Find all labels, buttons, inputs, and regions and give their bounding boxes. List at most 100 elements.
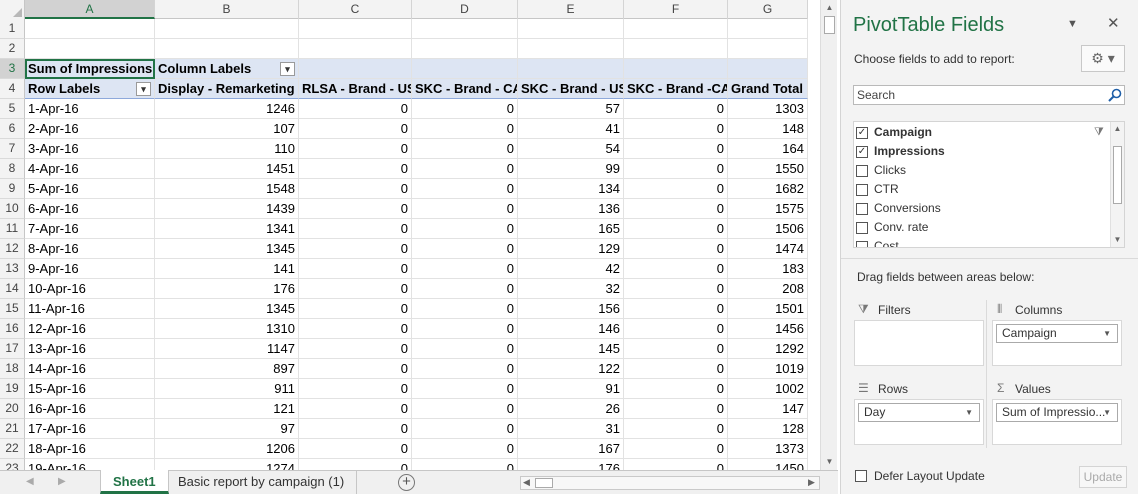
- value-cell[interactable]: 1456: [728, 319, 808, 339]
- value-cell[interactable]: 0: [624, 379, 728, 399]
- cell[interactable]: [518, 39, 624, 59]
- row-label-cell[interactable]: 6-Apr-16: [25, 199, 155, 219]
- value-cell[interactable]: 0: [412, 299, 518, 319]
- value-cell[interactable]: 0: [624, 419, 728, 439]
- cell[interactable]: [624, 59, 728, 79]
- value-cell[interactable]: 57: [518, 99, 624, 119]
- value-cell[interactable]: 176: [155, 279, 299, 299]
- row-header[interactable]: 20: [0, 399, 25, 419]
- row-header[interactable]: 8: [0, 159, 25, 179]
- value-cell[interactable]: 1548: [155, 179, 299, 199]
- value-cell[interactable]: 1345: [155, 239, 299, 259]
- value-cell[interactable]: 176: [518, 459, 624, 470]
- value-cell[interactable]: 99: [518, 159, 624, 179]
- value-cell[interactable]: 1310: [155, 319, 299, 339]
- value-cell[interactable]: 0: [412, 439, 518, 459]
- value-cell[interactable]: 1501: [728, 299, 808, 319]
- value-cell[interactable]: 0: [299, 419, 412, 439]
- value-cell[interactable]: 0: [412, 179, 518, 199]
- column-header-g[interactable]: G: [728, 0, 808, 19]
- pivot-column-header[interactable]: SKC - Brand - CA: [412, 79, 518, 99]
- cell[interactable]: [728, 19, 808, 39]
- value-cell[interactable]: 129: [518, 239, 624, 259]
- value-cell[interactable]: 1373: [728, 439, 808, 459]
- cell[interactable]: [412, 39, 518, 59]
- cell[interactable]: [518, 19, 624, 39]
- value-cell[interactable]: 1002: [728, 379, 808, 399]
- horizontal-scrollbar[interactable]: ◀ ▶: [520, 476, 820, 490]
- value-cell[interactable]: 0: [412, 399, 518, 419]
- value-cell[interactable]: 0: [299, 159, 412, 179]
- chevron-down-icon[interactable]: ▼: [1103, 325, 1111, 342]
- value-cell[interactable]: 0: [412, 419, 518, 439]
- row-header[interactable]: 4: [0, 79, 25, 99]
- filter-dropdown-icon[interactable]: ▾: [280, 62, 295, 76]
- column-header-b[interactable]: B: [155, 0, 299, 19]
- row-label-cell[interactable]: 9-Apr-16: [25, 259, 155, 279]
- field-checkbox[interactable]: [856, 203, 868, 215]
- row-header[interactable]: 6: [0, 119, 25, 139]
- row-header[interactable]: 23: [0, 459, 25, 470]
- row-label-cell[interactable]: 13-Apr-16: [25, 339, 155, 359]
- sheet-tab[interactable]: Basic report by campaign (1): [166, 470, 358, 494]
- rows-field-pill[interactable]: Day ▼: [858, 403, 980, 422]
- chevron-down-icon[interactable]: ▼: [1103, 404, 1111, 421]
- value-cell[interactable]: 0: [624, 279, 728, 299]
- value-cell[interactable]: 0: [412, 139, 518, 159]
- field-search-input[interactable]: [853, 85, 1125, 105]
- value-cell[interactable]: 0: [299, 299, 412, 319]
- row-label-cell[interactable]: 12-Apr-16: [25, 319, 155, 339]
- row-label-cell[interactable]: 14-Apr-16: [25, 359, 155, 379]
- value-cell[interactable]: 0: [412, 99, 518, 119]
- column-header-d[interactable]: D: [412, 0, 518, 19]
- row-label-cell[interactable]: 16-Apr-16: [25, 399, 155, 419]
- rows-drop-area[interactable]: Day ▼: [854, 399, 984, 445]
- scroll-down-icon[interactable]: ▼: [824, 456, 835, 467]
- scroll-down-icon[interactable]: ▼: [1112, 234, 1123, 245]
- row-header[interactable]: 21: [0, 419, 25, 439]
- value-cell[interactable]: 122: [518, 359, 624, 379]
- pivot-column-header[interactable]: SKC - Brand -CA: [624, 79, 728, 99]
- scroll-right-icon[interactable]: ▶: [808, 477, 815, 488]
- field-item-conversions[interactable]: Conversions: [854, 199, 1110, 218]
- value-cell[interactable]: 1246: [155, 99, 299, 119]
- value-cell[interactable]: 0: [299, 259, 412, 279]
- value-cell[interactable]: 1439: [155, 199, 299, 219]
- row-labels-cell[interactable]: Row Labels ▾: [25, 79, 155, 99]
- row-label-cell[interactable]: 17-Apr-16: [25, 419, 155, 439]
- row-header[interactable]: 10: [0, 199, 25, 219]
- row-header[interactable]: 14: [0, 279, 25, 299]
- value-cell[interactable]: 0: [299, 279, 412, 299]
- close-icon[interactable]: ✕: [1107, 14, 1120, 32]
- row-header[interactable]: 16: [0, 319, 25, 339]
- value-cell[interactable]: 41: [518, 119, 624, 139]
- update-button[interactable]: Update: [1079, 466, 1127, 488]
- row-label-cell[interactable]: 5-Apr-16: [25, 179, 155, 199]
- cell[interactable]: [155, 19, 299, 39]
- columns-drop-area[interactable]: Campaign ▼: [992, 320, 1122, 366]
- scroll-left-icon[interactable]: ◀: [523, 477, 530, 488]
- cell[interactable]: [728, 39, 808, 59]
- row-header[interactable]: 3: [0, 59, 25, 79]
- value-cell[interactable]: 0: [624, 119, 728, 139]
- row-header[interactable]: 5: [0, 99, 25, 119]
- field-checkbox[interactable]: [856, 184, 868, 196]
- value-cell[interactable]: 0: [299, 139, 412, 159]
- cell[interactable]: [624, 19, 728, 39]
- row-label-cell[interactable]: 15-Apr-16: [25, 379, 155, 399]
- row-header[interactable]: 19: [0, 379, 25, 399]
- value-cell[interactable]: 0: [299, 399, 412, 419]
- select-all-corner[interactable]: [0, 0, 25, 19]
- value-cell[interactable]: 1019: [728, 359, 808, 379]
- value-cell[interactable]: 0: [299, 179, 412, 199]
- value-cell[interactable]: 897: [155, 359, 299, 379]
- value-cell[interactable]: 0: [624, 359, 728, 379]
- value-cell[interactable]: 0: [299, 339, 412, 359]
- value-cell[interactable]: 1303: [728, 99, 808, 119]
- values-drop-area[interactable]: Sum of Impressio... ▼: [992, 399, 1122, 445]
- value-cell[interactable]: 97: [155, 419, 299, 439]
- value-cell[interactable]: 0: [299, 379, 412, 399]
- cell[interactable]: [728, 59, 808, 79]
- value-cell[interactable]: 1450: [728, 459, 808, 470]
- row-label-cell[interactable]: 19-Apr-16: [25, 459, 155, 470]
